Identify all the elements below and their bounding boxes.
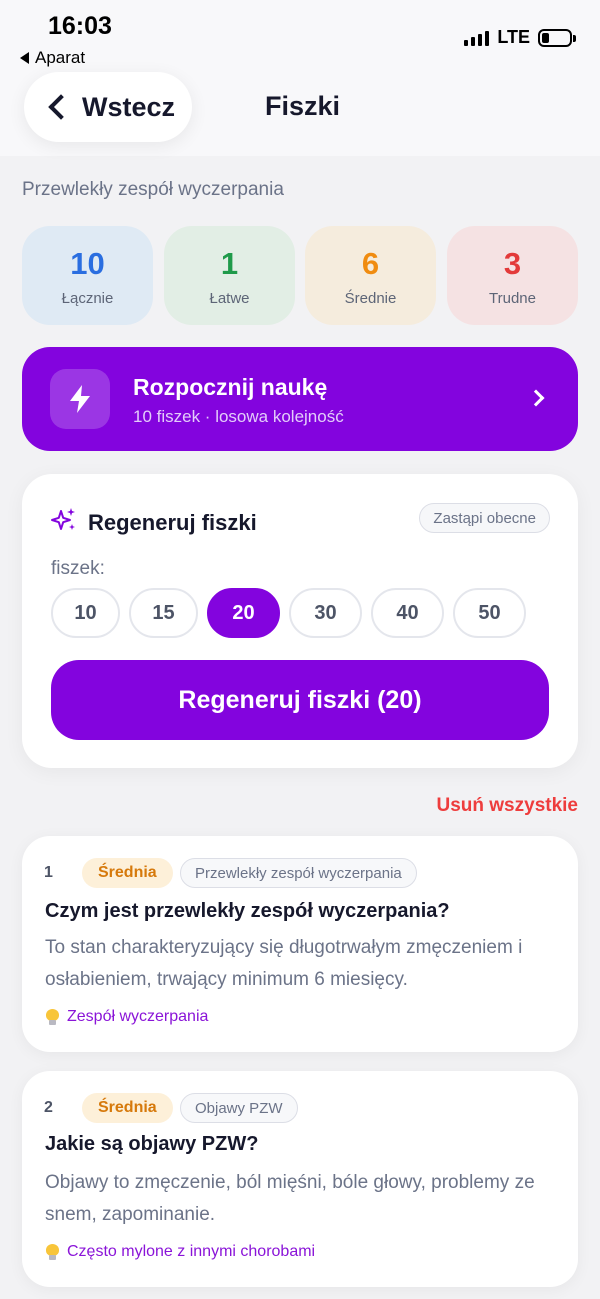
stat-label: Łatwe — [209, 290, 250, 307]
start-learning-title: Rozpocznij naukę — [133, 374, 328, 400]
flashcard-index: 1 — [44, 864, 53, 881]
back-triangle-icon — [20, 52, 29, 64]
chevron-right-icon — [527, 389, 545, 407]
lightbulb-icon — [46, 1009, 59, 1025]
stat-value: 1 — [220, 246, 239, 281]
topic-badge: Przewlekły zespół wyczerpania — [180, 858, 417, 888]
status-time: 16:03 — [48, 12, 112, 40]
back-button-label: Wstecz — [82, 91, 176, 122]
lightbulb-icon — [46, 1244, 59, 1260]
count-option-10[interactable]: 10 — [51, 588, 120, 638]
top-bar: 16:03 Aparat LTE Wstecz Fiszki — [0, 0, 600, 156]
flashcard-question: Jakie są objawy PZW? — [45, 1133, 259, 1155]
stat-hard: 3 Trudne — [447, 226, 578, 325]
battery-icon — [538, 28, 576, 47]
flashcard-hint: Zespół wyczerpania — [46, 1008, 208, 1026]
stat-label: Średnie — [344, 290, 397, 307]
network-label: LTE — [497, 27, 530, 47]
replace-badge: Zastąpi obecne — [419, 503, 550, 533]
flashcard-answer: Objawy to zmęczenie, ból mięśni, bóle gł… — [45, 1172, 535, 1225]
lightning-icon — [50, 369, 110, 429]
page-title: Fiszki — [265, 91, 341, 121]
stat-label: Łącznie — [61, 290, 114, 307]
count-option-50[interactable]: 50 — [453, 588, 526, 638]
stat-total: 10 Łącznie — [22, 226, 153, 325]
difficulty-badge: Średnia — [82, 858, 173, 888]
stat-label: Trudne — [489, 290, 536, 307]
delete-all-button[interactable]: Usuń wszystkie — [437, 795, 579, 817]
deck-title: Przewlekły zespół wyczerpania — [22, 179, 284, 200]
flashcard-question: Czym jest przewlekły zespół wyczerpania? — [45, 900, 450, 922]
chevron-left-icon — [48, 94, 74, 120]
stat-value: 6 — [361, 246, 380, 281]
regenerate-card: Regeneruj fiszki Zastąpi obecne fiszek: … — [22, 474, 578, 768]
stat-easy: 1 Łatwe — [164, 226, 295, 325]
count-option-20[interactable]: 20 — [207, 588, 280, 638]
regenerate-button[interactable]: Regeneruj fiszki (20) — [51, 660, 549, 740]
count-option-15[interactable]: 15 — [129, 588, 198, 638]
start-learning-subtitle: 10 fiszek · losowa kolejność — [133, 407, 344, 426]
count-option-40[interactable]: 40 — [371, 588, 444, 638]
back-button[interactable]: Wstecz — [24, 72, 192, 142]
flashcard-item[interactable]: 1 Średnia Przewlekły zespół wyczerpania … — [22, 836, 578, 1052]
count-label: fiszek: — [51, 558, 105, 579]
stat-medium: 6 Średnie — [305, 226, 436, 325]
flashcard-index: 2 — [44, 1099, 53, 1116]
flashcard-hint-text: Zespół wyczerpania — [67, 1008, 209, 1025]
signal-icon — [464, 30, 490, 46]
start-learning-button[interactable]: Rozpocznij naukę 10 fiszek · losowa kole… — [22, 347, 578, 451]
status-indicators: LTE — [464, 27, 576, 48]
flashcard-item[interactable]: 2 Średnia Objawy PZW Jakie są objawy PZW… — [22, 1071, 578, 1287]
topic-badge: Objawy PZW — [180, 1093, 298, 1123]
sparkles-icon — [50, 506, 78, 539]
count-option-30[interactable]: 30 — [289, 588, 362, 638]
status-back-label: Aparat — [35, 48, 86, 67]
regenerate-header: Regeneruj fiszki — [50, 506, 257, 539]
flashcard-hint-text: Często mylone z innymi chorobami — [67, 1243, 316, 1260]
stat-value: 3 — [503, 246, 522, 281]
status-back-to-app[interactable]: Aparat — [20, 48, 85, 68]
stat-value: 10 — [70, 246, 105, 281]
flashcard-answer: To stan charakteryzujący się długotrwały… — [45, 937, 523, 990]
regenerate-title: Regeneruj fiszki — [88, 509, 257, 535]
flashcard-hint: Często mylone z innymi chorobami — [46, 1243, 315, 1261]
difficulty-badge: Średnia — [82, 1093, 173, 1123]
